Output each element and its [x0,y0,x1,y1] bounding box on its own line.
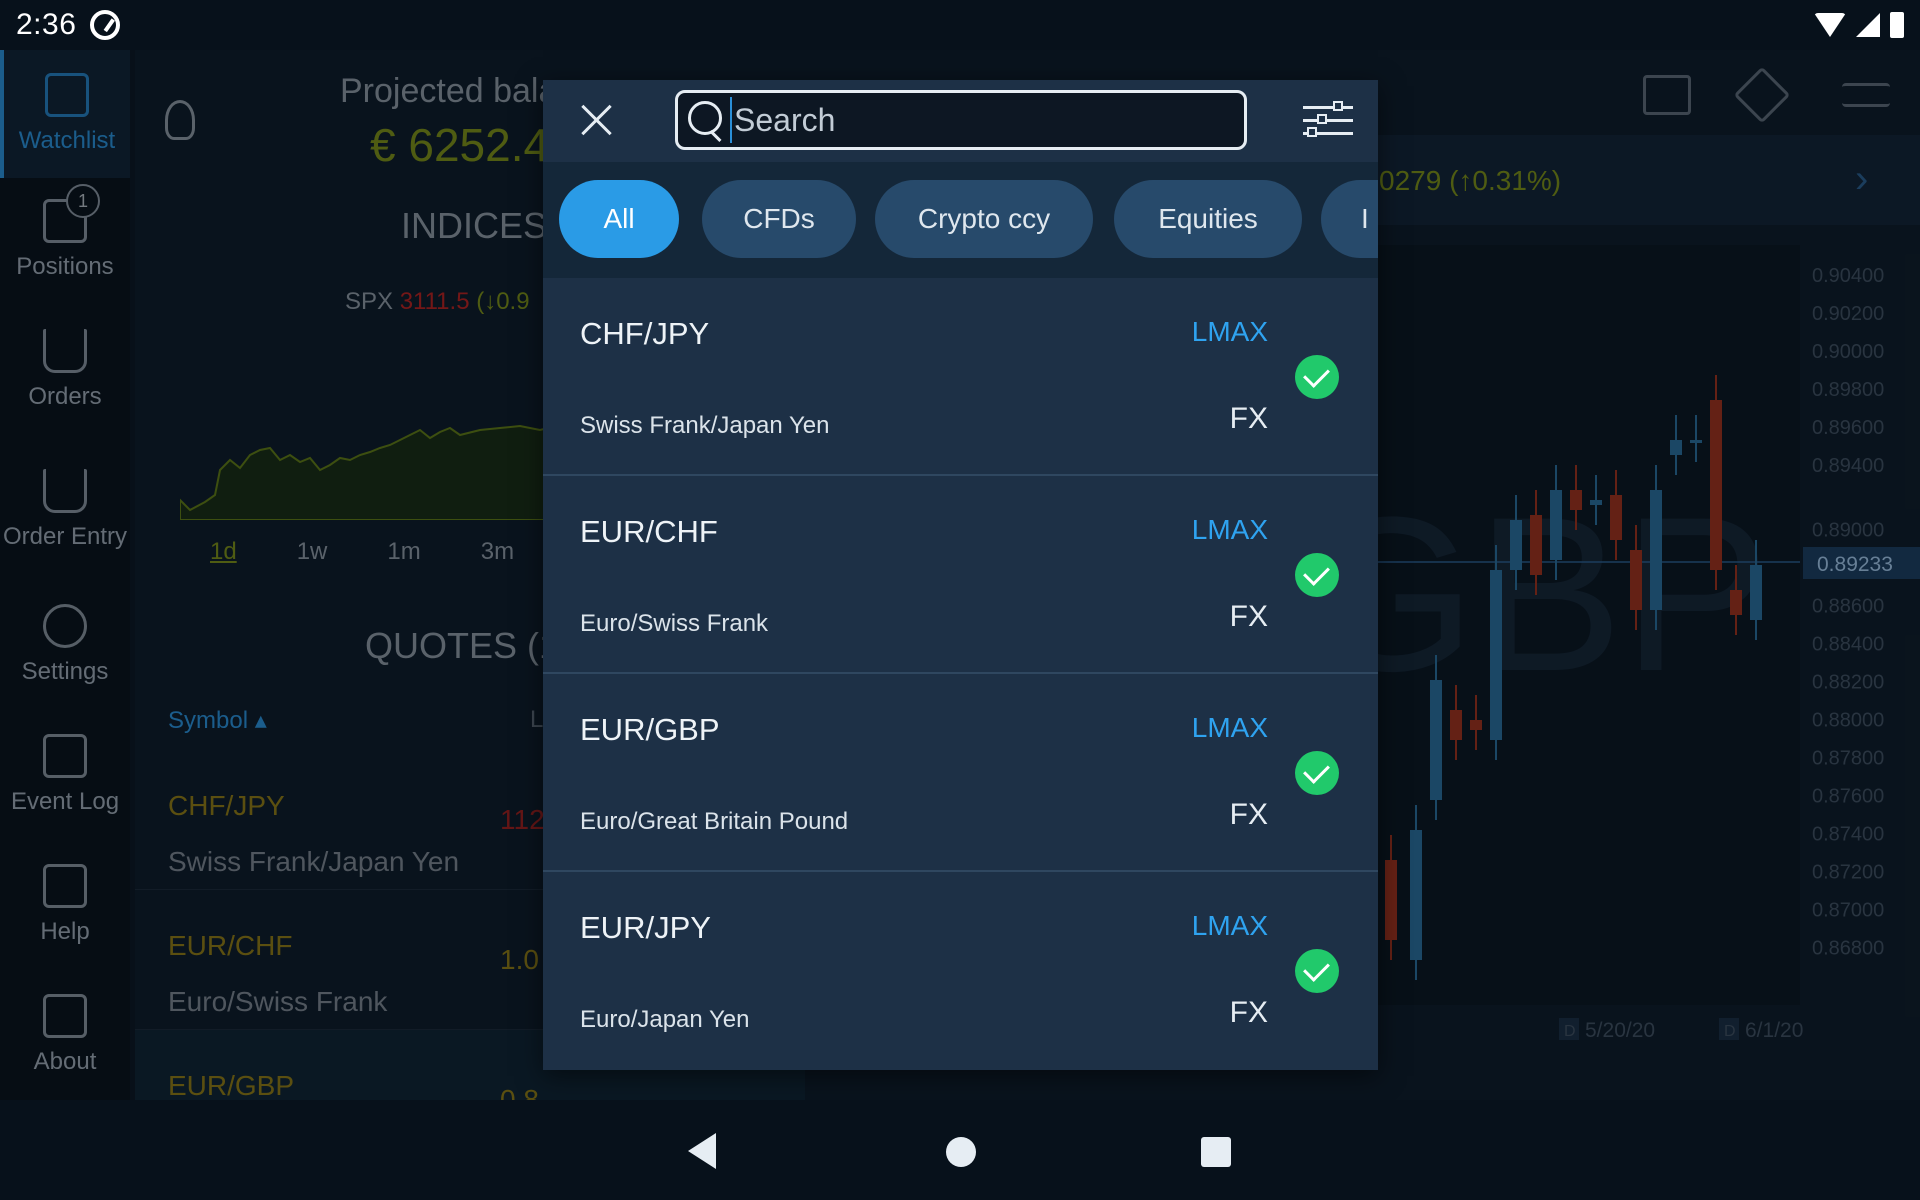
check-icon[interactable] [1295,553,1339,597]
app-root: 2:36 Watchlist 1 Positions Orders Order … [0,0,1920,1200]
battery-icon [1890,12,1904,38]
instrument-symbol: EUR/GBP [580,712,720,747]
chip-more[interactable]: I [1321,180,1378,258]
instrument-description: Euro/Great Britain Pound [580,808,849,835]
chip-cfds[interactable]: CFDs [702,180,856,258]
wifi-icon [1814,13,1846,37]
instrument-exchange: LMAX [1191,712,1268,743]
check-icon[interactable] [1295,949,1339,993]
list-item[interactable]: EUR/GBP LMAX Euro/Great Britain Pound FX [543,674,1378,872]
check-icon[interactable] [1295,751,1339,795]
instrument-symbol: EUR/JPY [580,910,711,945]
instrument-exchange: LMAX [1191,910,1268,941]
home-icon[interactable] [946,1137,976,1167]
filter-sliders-icon[interactable] [1303,100,1353,140]
list-item[interactable]: EUR/CHF LMAX Euro/Swiss Frank FX [543,476,1378,674]
instrument-list: CHF/JPY LMAX Swiss Frank/Japan Yen FX EU… [543,278,1378,1070]
instrument-description: Euro/Japan Yen [580,1006,750,1033]
search-input[interactable] [730,97,1230,143]
instrument-exchange: LMAX [1191,514,1268,545]
instrument-type: FX [1229,798,1268,831]
chip-equities[interactable]: Equities [1114,180,1302,258]
close-icon[interactable] [579,102,615,138]
search-icon [688,101,728,141]
instrument-type: FX [1229,996,1268,1029]
instrument-symbol: EUR/CHF [580,514,718,549]
status-bar: 2:36 [0,0,1920,50]
instrument-type: FX [1229,600,1268,633]
instrument-description: Swiss Frank/Japan Yen [580,412,830,439]
instrument-type: FX [1229,402,1268,435]
instrument-exchange: LMAX [1191,316,1268,347]
list-item[interactable]: EUR/JPY LMAX Euro/Japan Yen FX [543,872,1378,1070]
instrument-search-dialog: All CFDs Crypto ccy Equities I CHF/JPY L… [543,80,1378,1070]
status-time: 2:36 [16,8,77,41]
at-sign-icon [90,10,121,40]
dialog-toolbar [543,80,1378,162]
check-icon[interactable] [1295,355,1339,399]
status-icons [1814,12,1904,38]
category-filter-chips: All CFDs Crypto ccy Equities I [543,162,1378,278]
system-nav-bar [0,1100,1920,1200]
search-field[interactable] [675,90,1247,150]
signal-icon [1856,13,1880,37]
chip-all[interactable]: All [559,180,679,258]
instrument-symbol: CHF/JPY [580,316,710,351]
list-item[interactable]: CHF/JPY LMAX Swiss Frank/Japan Yen FX [543,278,1378,476]
instrument-description: Euro/Swiss Frank [580,610,769,637]
chip-crypto[interactable]: Crypto ccy [875,180,1093,258]
recents-icon[interactable] [1201,1137,1231,1167]
back-icon[interactable] [688,1133,716,1169]
